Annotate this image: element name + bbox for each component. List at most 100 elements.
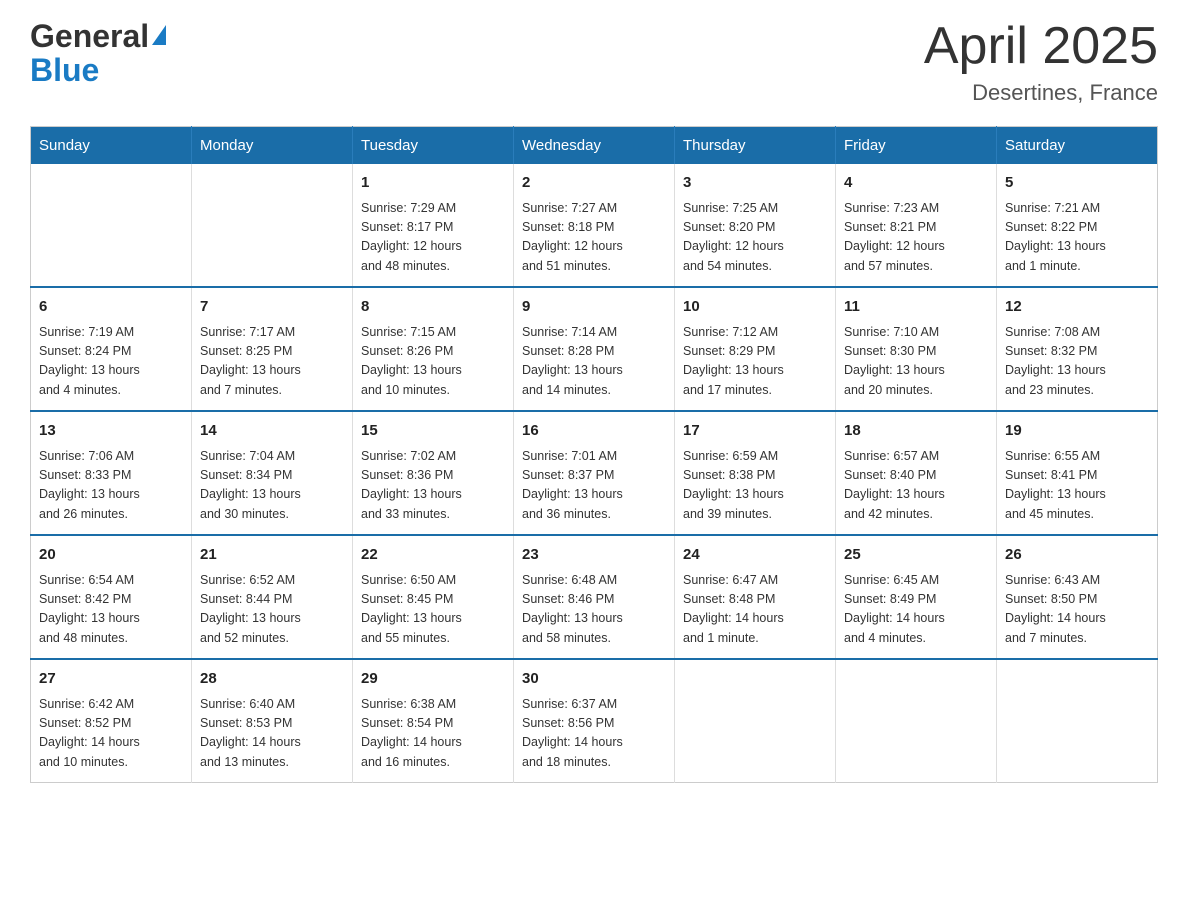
calendar-cell: 27 Sunrise: 6:42 AM Sunset: 8:52 PM Dayli… — [31, 659, 192, 783]
calendar-cell: 13Sunrise: 7:06 AM Sunset: 8:33 PM Dayli… — [31, 411, 192, 535]
day-number: 12 — [1005, 296, 1149, 319]
day-number: 7 — [200, 296, 344, 319]
day-info: Sunrise: 7:14 AM Sunset: 8:28 PM Dayligh… — [522, 323, 666, 401]
calendar-week-row: 6 Sunrise: 7:19 AM Sunset: 8:24 PM Daylig… — [31, 287, 1158, 411]
calendar-cell: 17Sunrise: 6:59 AM Sunset: 8:38 PM Dayli… — [675, 411, 836, 535]
calendar-cell: 15 Sunrise: 7:02 AM Sunset: 8:36 PM Dayli… — [353, 411, 514, 535]
day-number: 8 — [361, 296, 505, 319]
day-number: 3 — [683, 172, 827, 195]
col-header-monday: Monday — [192, 127, 353, 165]
col-header-wednesday: Wednesday — [514, 127, 675, 165]
calendar-table: SundayMondayTuesdayWednesdayThursdayFrid… — [30, 126, 1158, 783]
day-info: Sunrise: 6:37 AM Sunset: 8:56 PM Dayligh… — [522, 695, 666, 773]
day-info: Sunrise: 6:54 AM Sunset: 8:42 PM Dayligh… — [39, 571, 183, 649]
calendar-cell: 12 Sunrise: 7:08 AM Sunset: 8:32 PM Dayli… — [997, 287, 1158, 411]
day-number: 24 — [683, 544, 827, 567]
day-number: 5 — [1005, 172, 1149, 195]
day-info: Sunrise: 7:15 AM Sunset: 8:26 PM Dayligh… — [361, 323, 505, 401]
calendar-cell: 30 Sunrise: 6:37 AM Sunset: 8:56 PM Dayli… — [514, 659, 675, 783]
calendar-cell: 7Sunrise: 7:17 AM Sunset: 8:25 PM Daylig… — [192, 287, 353, 411]
calendar-cell: 3Sunrise: 7:25 AM Sunset: 8:20 PM Daylig… — [675, 164, 836, 287]
day-number: 19 — [1005, 420, 1149, 443]
calendar-title: April 2025 — [924, 20, 1158, 72]
day-number: 11 — [844, 296, 988, 319]
day-info: Sunrise: 6:42 AM Sunset: 8:52 PM Dayligh… — [39, 695, 183, 773]
day-info: Sunrise: 7:27 AM Sunset: 8:18 PM Dayligh… — [522, 199, 666, 277]
day-info: Sunrise: 6:45 AM Sunset: 8:49 PM Dayligh… — [844, 571, 988, 649]
day-info: Sunrise: 6:57 AM Sunset: 8:40 PM Dayligh… — [844, 447, 988, 525]
col-header-sunday: Sunday — [31, 127, 192, 165]
day-info: Sunrise: 6:48 AM Sunset: 8:46 PM Dayligh… — [522, 571, 666, 649]
day-info: Sunrise: 6:43 AM Sunset: 8:50 PM Dayligh… — [1005, 571, 1149, 649]
calendar-cell: 23 Sunrise: 6:48 AM Sunset: 8:46 PM Dayli… — [514, 535, 675, 659]
day-info: Sunrise: 7:19 AM Sunset: 8:24 PM Dayligh… — [39, 323, 183, 401]
day-info: Sunrise: 7:06 AM Sunset: 8:33 PM Dayligh… — [39, 447, 183, 525]
calendar-cell: 11 Sunrise: 7:10 AM Sunset: 8:30 PM Dayli… — [836, 287, 997, 411]
day-info: Sunrise: 7:04 AM Sunset: 8:34 PM Dayligh… — [200, 447, 344, 525]
calendar-cell: 29 Sunrise: 6:38 AM Sunset: 8:54 PM Dayli… — [353, 659, 514, 783]
logo-triangle-icon — [152, 25, 166, 45]
day-number: 14 — [200, 420, 344, 443]
day-info: Sunrise: 6:59 AM Sunset: 8:38 PM Dayligh… — [683, 447, 827, 525]
day-info: Sunrise: 7:02 AM Sunset: 8:36 PM Dayligh… — [361, 447, 505, 525]
day-number: 9 — [522, 296, 666, 319]
day-number: 4 — [844, 172, 988, 195]
calendar-cell: 28 Sunrise: 6:40 AM Sunset: 8:53 PM Dayli… — [192, 659, 353, 783]
day-info: Sunrise: 6:52 AM Sunset: 8:44 PM Dayligh… — [200, 571, 344, 649]
day-info: Sunrise: 6:55 AM Sunset: 8:41 PM Dayligh… — [1005, 447, 1149, 525]
day-info: Sunrise: 6:50 AM Sunset: 8:45 PM Dayligh… — [361, 571, 505, 649]
calendar-cell: 24 Sunrise: 6:47 AM Sunset: 8:48 PM Dayli… — [675, 535, 836, 659]
day-number: 28 — [200, 668, 344, 691]
day-number: 30 — [522, 668, 666, 691]
calendar-cell: 2 Sunrise: 7:27 AM Sunset: 8:18 PM Daylig… — [514, 164, 675, 287]
day-number: 15 — [361, 420, 505, 443]
day-info: Sunrise: 6:47 AM Sunset: 8:48 PM Dayligh… — [683, 571, 827, 649]
calendar-cell: 8 Sunrise: 7:15 AM Sunset: 8:26 PM Daylig… — [353, 287, 514, 411]
calendar-cell: 18 Sunrise: 6:57 AM Sunset: 8:40 PM Dayli… — [836, 411, 997, 535]
calendar-cell: 19 Sunrise: 6:55 AM Sunset: 8:41 PM Dayli… — [997, 411, 1158, 535]
calendar-cell: 14 Sunrise: 7:04 AM Sunset: 8:34 PM Dayli… — [192, 411, 353, 535]
day-number: 1 — [361, 172, 505, 195]
day-number: 25 — [844, 544, 988, 567]
day-number: 27 — [39, 668, 183, 691]
calendar-location: Desertines, France — [924, 80, 1158, 106]
calendar-cell — [192, 164, 353, 287]
day-number: 29 — [361, 668, 505, 691]
day-info: Sunrise: 6:40 AM Sunset: 8:53 PM Dayligh… — [200, 695, 344, 773]
day-info: Sunrise: 7:12 AM Sunset: 8:29 PM Dayligh… — [683, 323, 827, 401]
calendar-cell: 21 Sunrise: 6:52 AM Sunset: 8:44 PM Dayli… — [192, 535, 353, 659]
day-info: Sunrise: 7:23 AM Sunset: 8:21 PM Dayligh… — [844, 199, 988, 277]
calendar-cell: 10Sunrise: 7:12 AM Sunset: 8:29 PM Dayli… — [675, 287, 836, 411]
calendar-cell: 1 Sunrise: 7:29 AM Sunset: 8:17 PM Daylig… — [353, 164, 514, 287]
title-section: April 2025 Desertines, France — [924, 20, 1158, 106]
day-number: 23 — [522, 544, 666, 567]
calendar-cell — [31, 164, 192, 287]
day-number: 20 — [39, 544, 183, 567]
calendar-cell: 25 Sunrise: 6:45 AM Sunset: 8:49 PM Dayli… — [836, 535, 997, 659]
day-number: 6 — [39, 296, 183, 319]
day-number: 22 — [361, 544, 505, 567]
page-header: General Blue April 2025 Desertines, Fran… — [30, 20, 1158, 106]
day-number: 18 — [844, 420, 988, 443]
logo: General Blue — [30, 20, 166, 86]
calendar-cell — [836, 659, 997, 783]
calendar-week-row: 1 Sunrise: 7:29 AM Sunset: 8:17 PM Daylig… — [31, 164, 1158, 287]
day-info: Sunrise: 7:10 AM Sunset: 8:30 PM Dayligh… — [844, 323, 988, 401]
col-header-thursday: Thursday — [675, 127, 836, 165]
calendar-cell: 6 Sunrise: 7:19 AM Sunset: 8:24 PM Daylig… — [31, 287, 192, 411]
col-header-tuesday: Tuesday — [353, 127, 514, 165]
day-number: 21 — [200, 544, 344, 567]
calendar-cell: 16 Sunrise: 7:01 AM Sunset: 8:37 PM Dayli… — [514, 411, 675, 535]
day-info: Sunrise: 7:01 AM Sunset: 8:37 PM Dayligh… — [522, 447, 666, 525]
calendar-week-row: 20 Sunrise: 6:54 AM Sunset: 8:42 PM Dayli… — [31, 535, 1158, 659]
day-info: Sunrise: 7:21 AM Sunset: 8:22 PM Dayligh… — [1005, 199, 1149, 277]
day-number: 2 — [522, 172, 666, 195]
day-info: Sunrise: 7:08 AM Sunset: 8:32 PM Dayligh… — [1005, 323, 1149, 401]
day-number: 16 — [522, 420, 666, 443]
day-info: Sunrise: 6:38 AM Sunset: 8:54 PM Dayligh… — [361, 695, 505, 773]
day-info: Sunrise: 7:29 AM Sunset: 8:17 PM Dayligh… — [361, 199, 505, 277]
calendar-cell — [675, 659, 836, 783]
calendar-cell: 20 Sunrise: 6:54 AM Sunset: 8:42 PM Dayli… — [31, 535, 192, 659]
calendar-header-row: SundayMondayTuesdayWednesdayThursdayFrid… — [31, 127, 1158, 165]
calendar-week-row: 27 Sunrise: 6:42 AM Sunset: 8:52 PM Dayli… — [31, 659, 1158, 783]
